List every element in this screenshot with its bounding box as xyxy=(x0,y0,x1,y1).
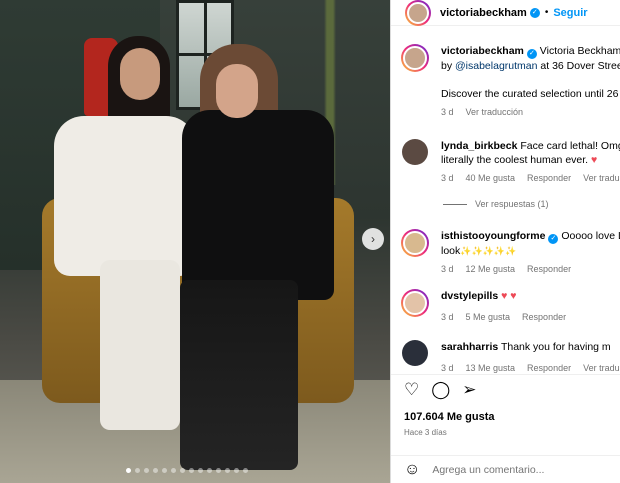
carousel-dot xyxy=(126,468,131,473)
heart-icon[interactable]: ♡ xyxy=(404,380,419,400)
caption-line2: at 36 Dover Stree xyxy=(540,60,620,72)
caption-by: by xyxy=(441,60,453,72)
heart-emoji: ♥ xyxy=(591,154,598,166)
carousel-dot xyxy=(207,468,212,473)
comment-likes[interactable]: 5 Me gusta xyxy=(466,312,511,322)
carousel-dot xyxy=(216,468,221,473)
carousel-dots xyxy=(126,468,248,473)
caption: victoriabeckham ✓ Victoria Beckham by @is… xyxy=(401,44,620,117)
comment-item: dvstylepills ♥ ♥ 3 d 5 Me gusta Responder xyxy=(401,289,620,322)
comment-input[interactable] xyxy=(432,464,613,476)
post-sidebar: victoriabeckham ✓ • Seguir victoriabeckh… xyxy=(390,0,620,483)
caption-line1: Victoria Beckham xyxy=(539,45,620,57)
reply-button[interactable]: Responder xyxy=(522,312,566,322)
add-comment-bar: ☺ xyxy=(391,455,620,483)
carousel-dot xyxy=(144,468,149,473)
carousel-dot xyxy=(135,468,140,473)
avatar[interactable] xyxy=(401,44,429,72)
sparkles-emoji: ✨✨✨✨✨ xyxy=(460,246,517,256)
likes-count[interactable]: 107.604 Me gusta xyxy=(404,411,495,423)
carousel-dot xyxy=(234,468,239,473)
separator: • xyxy=(544,7,549,18)
avatar[interactable] xyxy=(402,139,428,165)
carousel-dot xyxy=(198,468,203,473)
avatar[interactable] xyxy=(401,229,429,257)
comment-text: Thank you for having m xyxy=(500,341,611,353)
comment-icon[interactable]: ◯ xyxy=(431,380,450,400)
post-header: victoriabeckham ✓ • Seguir xyxy=(391,0,620,26)
avatar[interactable] xyxy=(401,289,429,317)
comment-likes[interactable]: 40 Me gusta xyxy=(466,173,516,183)
translate-button[interactable]: Ver traduc xyxy=(583,173,620,183)
post-actions: ♡ ◯ ➢ 107.604 Me gusta Hace 3 días ☺ xyxy=(391,374,620,483)
comment-username[interactable]: isthistooyoungforme xyxy=(441,230,545,242)
carousel-dot xyxy=(162,468,167,473)
caption-line3: Discover the curated selection until 26 xyxy=(441,88,619,100)
emoji-icon[interactable]: ☺ xyxy=(404,461,420,479)
verified-icon: ✓ xyxy=(548,234,559,244)
avatar[interactable] xyxy=(405,0,431,26)
view-replies-button[interactable]: Ver respuestas (1) xyxy=(443,199,549,209)
comment-text-2: literally the coolest human ever. xyxy=(441,154,589,166)
photo-person-black-outfit xyxy=(160,40,340,480)
comment-time: 3 d xyxy=(441,173,454,183)
translate-button[interactable]: Ver traduc xyxy=(583,363,620,373)
comment-item: sarahharris Thank you for having m 3 d 13… xyxy=(401,340,620,373)
reply-button[interactable]: Responder xyxy=(527,363,571,373)
caption-translate[interactable]: Ver traducción xyxy=(466,107,524,117)
carousel-dot xyxy=(189,468,194,473)
comment-likes[interactable]: 13 Me gusta xyxy=(466,363,516,373)
carousel-dot xyxy=(243,468,248,473)
verified-icon: ✓ xyxy=(529,7,540,18)
comment-username[interactable]: sarahharris xyxy=(441,341,498,353)
caption-username[interactable]: victoriabeckham xyxy=(441,45,524,57)
comment-time: 3 d xyxy=(441,363,454,373)
comment-text: Face card lethal! Omg xyxy=(520,140,620,152)
share-icon[interactable]: ➢ xyxy=(462,380,476,400)
comment-username[interactable]: lynda_birkbeck xyxy=(441,140,517,152)
carousel-dot xyxy=(180,468,185,473)
verified-icon: ✓ xyxy=(526,49,537,59)
comment-text-2: look xyxy=(441,245,461,257)
comment-item: isthistooyoungforme ✓ Ooooo love L look✨✨… xyxy=(401,229,620,274)
comment-item: lynda_birkbeck Face card lethal! Omg lit… xyxy=(401,139,620,183)
caption-time: 3 d xyxy=(441,107,454,117)
view-replies-label: Ver respuestas (1) xyxy=(475,199,549,209)
carousel-dot xyxy=(171,468,176,473)
comment-time: 3 d xyxy=(441,312,454,322)
author-username[interactable]: victoriabeckham xyxy=(440,7,527,19)
follow-button[interactable]: Seguir xyxy=(553,7,587,19)
avatar[interactable] xyxy=(402,340,428,366)
comment-likes[interactable]: 12 Me gusta xyxy=(466,264,516,274)
comment-time: 3 d xyxy=(441,264,454,274)
comment-text: ♥ ♥ xyxy=(501,290,517,302)
chevron-right-icon[interactable]: › xyxy=(362,228,384,250)
comment-text: Ooooo love L xyxy=(561,230,620,242)
reply-button[interactable]: Responder xyxy=(527,173,571,183)
post-photo[interactable]: › xyxy=(0,0,390,483)
carousel-dot xyxy=(225,468,230,473)
caption-mention[interactable]: @isabelagrutman xyxy=(455,60,537,72)
comment-username[interactable]: dvstylepills xyxy=(441,290,498,302)
reply-button[interactable]: Responder xyxy=(527,264,571,274)
post-date: Hace 3 días xyxy=(404,428,447,437)
carousel-dot xyxy=(153,468,158,473)
